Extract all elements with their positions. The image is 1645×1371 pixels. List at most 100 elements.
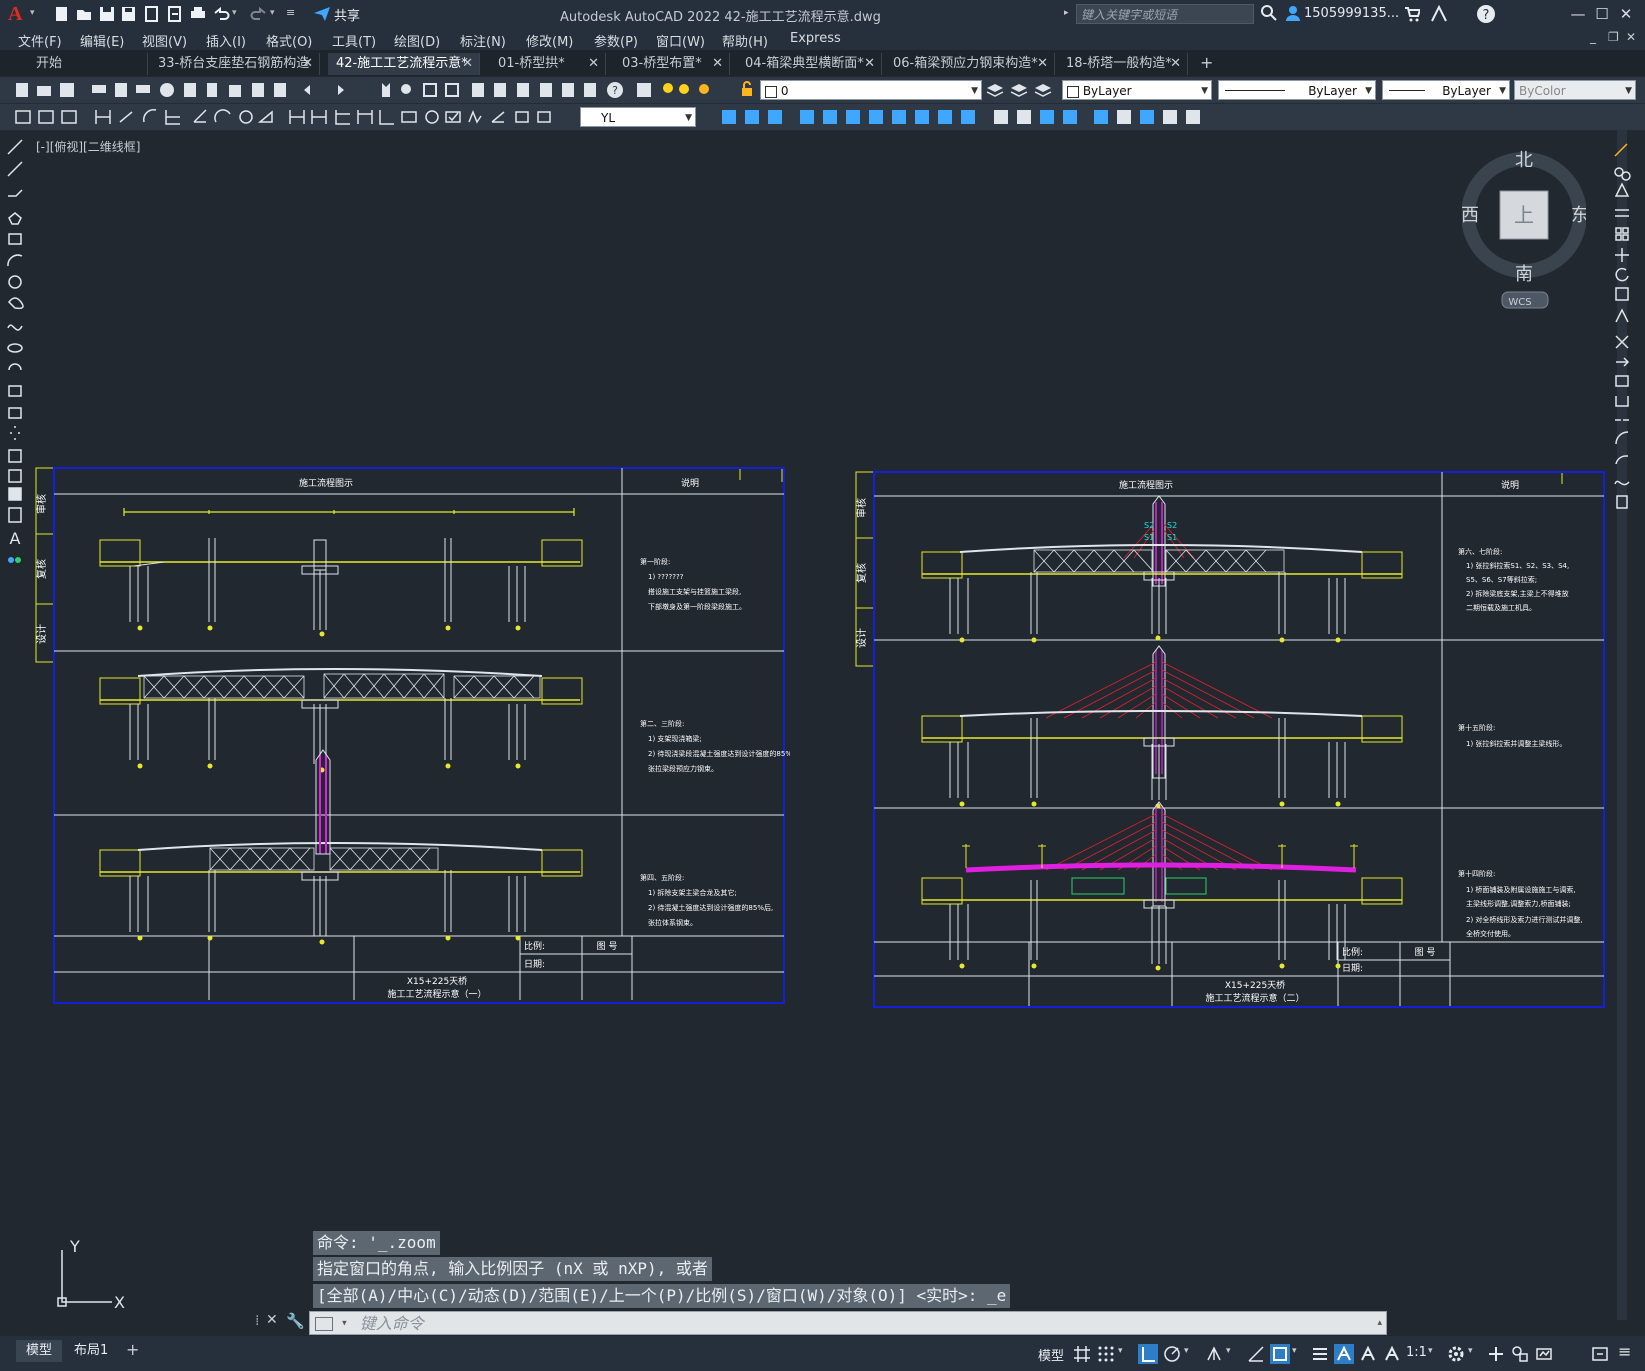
tab-model[interactable]: 模型 <box>16 1340 63 1362</box>
doc-close-button[interactable]: ✕ <box>1626 30 1636 44</box>
search-expand-icon[interactable]: ▸ <box>1064 8 1069 18</box>
tab-start[interactable]: 开始 <box>28 53 148 75</box>
compass-west[interactable]: 西 <box>1462 205 1479 226</box>
viewport-controls-label[interactable]: [-][俯视][二维线框] <box>36 138 140 155</box>
lineweight-icon[interactable] <box>1310 1344 1330 1364</box>
tab-18[interactable]: 18-桥塔一般构造* ✕ <box>1058 53 1188 75</box>
command-close-icon[interactable]: ✕ <box>266 1312 278 1328</box>
command-history-toggle-icon[interactable]: ▴ <box>1377 1312 1382 1334</box>
app-menu-chevron-icon[interactable]: ▾ <box>30 8 35 18</box>
plus-icon[interactable] <box>1486 1344 1506 1364</box>
tab-03[interactable]: 03-桥型布置* ✕ <box>614 53 730 75</box>
plot-icon[interactable] <box>189 5 207 23</box>
menu-express[interactable]: Express <box>790 31 841 46</box>
polar-tracking-icon[interactable] <box>1162 1344 1182 1364</box>
isolate-objects-icon[interactable] <box>1510 1344 1530 1364</box>
lineweight-dropdown[interactable]: ByLayer ▼ <box>1382 80 1510 100</box>
ortho-icon[interactable] <box>1138 1344 1158 1364</box>
help-search-input[interactable]: 键入关键字或短语 <box>1076 4 1254 24</box>
compass-east[interactable]: 东 <box>1571 205 1586 226</box>
menu-parametric[interactable]: 参数(P) <box>594 31 638 50</box>
tab-close-icon[interactable]: ✕ <box>1170 53 1181 75</box>
compass-south[interactable]: 南 <box>1515 264 1533 285</box>
linetype-dropdown[interactable]: ByLayer ▼ <box>1218 80 1376 100</box>
user-account[interactable]: 1505999135... <box>1304 6 1399 21</box>
tab-close-icon[interactable]: ✕ <box>302 53 313 75</box>
tab-close-icon[interactable]: ✕ <box>462 53 473 75</box>
tab-close-icon[interactable]: ✕ <box>712 53 723 75</box>
new-tab-plus-icon[interactable]: + <box>1200 53 1213 72</box>
doc-restore-button[interactable]: ❐ <box>1608 30 1619 44</box>
recent-commands-icon[interactable] <box>315 1316 333 1331</box>
cart-icon[interactable] <box>1404 6 1422 26</box>
chevron-down-icon[interactable]: ▾ <box>1468 1346 1473 1356</box>
draw-toolbar[interactable]: A <box>3 130 27 590</box>
chevron-down-icon[interactable]: ▾ <box>1292 1346 1297 1356</box>
lock-icon[interactable] <box>740 79 754 103</box>
viewcube-top-face[interactable]: 上 <box>1514 203 1534 227</box>
layer-state-icon[interactable] <box>1010 80 1028 104</box>
help-icon[interactable]: ? <box>1476 4 1496 28</box>
redo-dropdown-icon[interactable]: ▾ <box>270 8 275 18</box>
annotation-visibility-icon[interactable] <box>1334 1344 1354 1364</box>
drawing-sheet-1[interactable]: 审核 复核 设计 施工流程图示 说明 第一阶段: 1) ??????? 搭设施工… <box>34 464 790 1006</box>
share-button[interactable]: 共享 <box>308 4 366 24</box>
menu-draw[interactable]: 绘图(D) <box>394 31 440 50</box>
sun-icon[interactable] <box>676 79 692 103</box>
autocad-logo-icon[interactable]: A <box>8 3 30 25</box>
undo-dropdown-icon[interactable]: ▾ <box>232 8 237 18</box>
layer-iso-icon[interactable] <box>1034 80 1052 104</box>
tab-01[interactable]: 01-桥型拱* ✕ <box>490 53 606 75</box>
tab-04[interactable]: 04-箱梁典型横断面* ✕ <box>737 53 882 75</box>
close-button[interactable]: ✕ <box>1616 4 1636 24</box>
plotstyle-dropdown[interactable]: ByColor ▼ <box>1514 80 1636 100</box>
user-icon[interactable] <box>1284 4 1302 26</box>
minimize-button[interactable]: — <box>1568 4 1588 24</box>
open-file-icon[interactable] <box>75 5 93 23</box>
menu-insert[interactable]: 插入(I) <box>206 31 246 50</box>
layer-previous-icon[interactable] <box>986 80 1004 104</box>
menu-view[interactable]: 视图(V) <box>142 31 187 50</box>
layer-dropdown[interactable]: 0 ▼ <box>760 80 982 100</box>
color-dropdown[interactable]: ByLayer ▼ <box>1062 80 1212 100</box>
search-icon[interactable] <box>1260 4 1278 26</box>
gear-icon[interactable] <box>1446 1344 1466 1364</box>
grid-icon[interactable] <box>1072 1344 1092 1364</box>
tab-06[interactable]: 06-箱梁预应力钢束构造* ✕ <box>885 53 1055 75</box>
modify-toolbar-icons[interactable] <box>702 104 1222 130</box>
command-input[interactable]: ▾ 键入命令 ▴ <box>309 1311 1387 1335</box>
auto-scale-icon[interactable] <box>1358 1344 1378 1364</box>
menu-file[interactable]: 文件(F) <box>18 31 62 50</box>
chevron-down-icon[interactable]: ▾ <box>1428 1346 1433 1356</box>
clean-screen-icon[interactable] <box>1590 1344 1610 1364</box>
chevron-down-icon[interactable]: ▾ <box>342 1319 347 1329</box>
menu-help[interactable]: 帮助(H) <box>722 31 768 50</box>
tab-layout1[interactable]: 布局1 <box>64 1340 118 1362</box>
add-layout-plus-icon[interactable]: + <box>126 1340 139 1359</box>
open-web-icon[interactable] <box>143 5 161 23</box>
hardware-acceleration-icon[interactable] <box>1534 1344 1554 1364</box>
redo-icon[interactable] <box>250 5 268 23</box>
save-as-icon[interactable] <box>120 5 138 23</box>
undo-icon[interactable] <box>212 5 230 23</box>
tab-33[interactable]: 33-桥台支座垫石钢筋构造 ✕ <box>150 53 320 75</box>
menu-modify[interactable]: 修改(M) <box>526 31 573 50</box>
isodraft-icon[interactable] <box>1204 1344 1224 1364</box>
modify-toolbar[interactable] <box>1610 140 1634 540</box>
new-file-icon[interactable] <box>53 5 71 23</box>
maximize-button[interactable]: ☐ <box>1592 4 1612 24</box>
viewcube[interactable]: 上 北 南 东 西 WCS <box>1462 150 1586 310</box>
dimstyle-dropdown[interactable]: YL ▼ <box>580 107 696 127</box>
chevron-down-icon[interactable]: ▾ <box>1118 1346 1123 1356</box>
customize-qat-icon[interactable]: ≡ <box>286 6 295 19</box>
chevron-down-icon[interactable]: ▾ <box>1226 1346 1231 1356</box>
customize-statusbar-icon[interactable]: ≡ <box>1618 1342 1631 1361</box>
menu-format[interactable]: 格式(O) <box>266 31 312 50</box>
menu-edit[interactable]: 编辑(E) <box>80 31 124 50</box>
compass-north[interactable]: 北 <box>1515 150 1533 171</box>
standard-toolbar-icons[interactable]: ? <box>4 77 684 103</box>
tab-close-icon[interactable]: ✕ <box>1037 53 1048 75</box>
tab-close-icon[interactable]: ✕ <box>864 53 875 75</box>
menu-window[interactable]: 窗口(W) <box>656 31 705 50</box>
object-snap-tracking-icon[interactable] <box>1246 1344 1266 1364</box>
